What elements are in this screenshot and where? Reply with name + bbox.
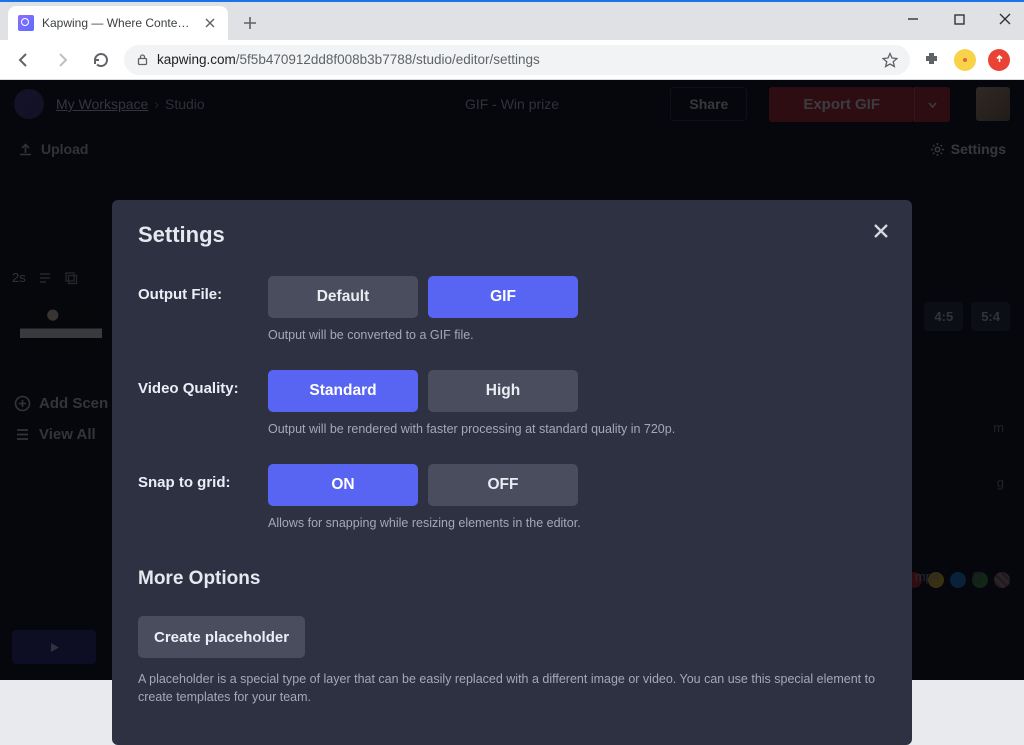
bookmark-icon[interactable] (882, 52, 898, 68)
tab-title: Kapwing — Where Content Crea (42, 16, 194, 30)
forward-button[interactable] (48, 46, 76, 74)
favicon-icon (18, 15, 34, 31)
url-path: /5f5b470912dd8f008b3b7788/studio/editor/… (236, 52, 540, 67)
output-gif-button[interactable]: GIF (428, 276, 578, 318)
editor-app: My Workspace›Studio GIF - Win prize Shar… (0, 80, 1024, 680)
extension-upload-icon[interactable] (988, 49, 1010, 71)
output-hint: Output will be converted to a GIF file. (268, 328, 886, 342)
snap-off-button[interactable]: OFF (428, 464, 578, 506)
snap-on-button[interactable]: ON (268, 464, 418, 506)
back-button[interactable] (10, 46, 38, 74)
snap-label: Snap to grid: (138, 464, 268, 491)
more-options-heading: More Options (138, 568, 886, 590)
modal-close-button[interactable] (868, 218, 894, 244)
create-placeholder-button[interactable]: Create placeholder (138, 616, 305, 658)
quality-hint: Output will be rendered with faster proc… (268, 422, 886, 436)
output-default-button[interactable]: Default (268, 276, 418, 318)
lock-icon (136, 53, 149, 66)
browser-tabbar: Kapwing — Where Content Crea (0, 2, 1024, 40)
browser-toolbar: kapwing.com/5f5b470912dd8f008b3b7788/stu… (0, 40, 1024, 80)
extensions-icon[interactable] (920, 49, 942, 71)
placeholder-description: A placeholder is a special type of layer… (138, 670, 878, 706)
snap-hint: Allows for snapping while resizing eleme… (268, 516, 886, 530)
new-tab-button[interactable] (236, 9, 264, 37)
output-file-label: Output File: (138, 276, 268, 303)
video-quality-label: Video Quality: (138, 370, 268, 397)
address-bar[interactable]: kapwing.com/5f5b470912dd8f008b3b7788/stu… (124, 45, 910, 75)
reload-button[interactable] (86, 46, 114, 74)
modal-title: Settings (138, 222, 886, 248)
window-maximize-button[interactable] (946, 6, 972, 32)
extension-badge-icon[interactable] (954, 49, 976, 71)
browser-tab[interactable]: Kapwing — Where Content Crea (8, 6, 228, 40)
quality-high-button[interactable]: High (428, 370, 578, 412)
window-minimize-button[interactable] (900, 6, 926, 32)
window-close-button[interactable] (992, 6, 1018, 32)
quality-standard-button[interactable]: Standard (268, 370, 418, 412)
close-icon (872, 222, 890, 240)
url-host: kapwing.com (157, 52, 236, 67)
settings-modal: Settings Output File: Default GIF Output… (112, 200, 912, 745)
close-tab-icon[interactable] (202, 15, 218, 31)
